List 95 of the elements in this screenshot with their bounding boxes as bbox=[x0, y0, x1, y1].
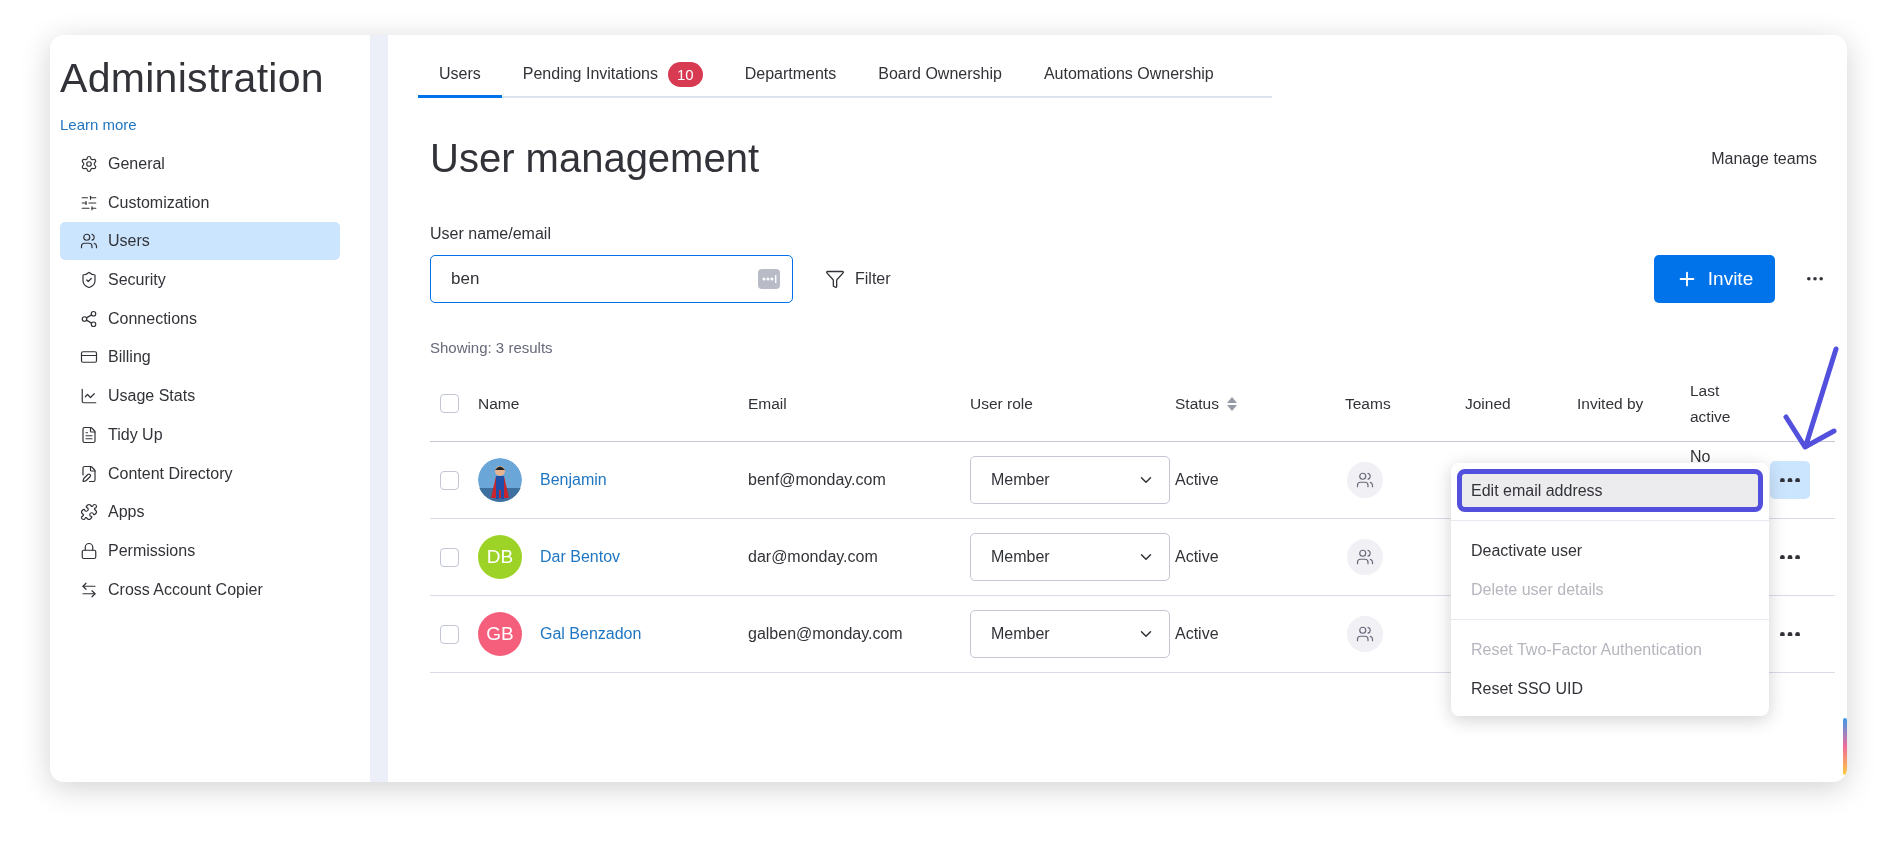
people-icon bbox=[1356, 548, 1374, 566]
sidebar-item-label: Content Directory bbox=[108, 464, 233, 483]
gear-icon bbox=[80, 155, 98, 173]
sidebar-item-label: Tidy Up bbox=[108, 425, 163, 444]
email-cell-text: benf@monday.com bbox=[748, 471, 887, 489]
document-icon bbox=[80, 425, 98, 444]
more-icon bbox=[1780, 631, 1800, 637]
menu-item[interactable]: Edit email address bbox=[1459, 471, 1761, 510]
row-actions-button[interactable] bbox=[1770, 461, 1810, 499]
row-checkbox[interactable] bbox=[440, 547, 459, 567]
sidebar-item[interactable]: General bbox=[60, 145, 340, 183]
user-name-link[interactable]: Benjamin bbox=[540, 471, 607, 489]
user-name-link[interactable]: Gal Benzadon bbox=[540, 625, 642, 643]
filter-icon bbox=[825, 269, 845, 289]
column-header: Joined bbox=[1465, 393, 1512, 414]
column-header: Email bbox=[748, 393, 788, 414]
select-all-checkbox[interactable] bbox=[440, 394, 459, 413]
more-icon bbox=[1807, 277, 1823, 281]
column-header[interactable]: Status bbox=[1175, 390, 1345, 417]
column-header: User role bbox=[970, 393, 1034, 414]
sidebar-item-label: Customization bbox=[108, 193, 210, 212]
more-icon bbox=[1780, 477, 1800, 483]
sidebar-item[interactable]: Permissions bbox=[60, 531, 340, 570]
arrows-icon bbox=[80, 580, 98, 599]
sidebar-item[interactable]: Security bbox=[60, 261, 340, 300]
page-title: User management bbox=[430, 136, 760, 181]
sidebar-item[interactable]: Tidy Up bbox=[60, 415, 340, 454]
teams-button[interactable] bbox=[1347, 539, 1383, 575]
manage-teams-link[interactable]: Manage teams bbox=[1711, 149, 1817, 168]
tab[interactable]: Automations Ownership bbox=[1022, 53, 1235, 98]
sidebar-item[interactable]: Content Directory bbox=[60, 454, 340, 493]
color-strip bbox=[1843, 718, 1847, 775]
people-icon bbox=[1356, 625, 1374, 643]
status-cell-text: Active bbox=[1175, 548, 1220, 566]
sidebar-item-label: Users bbox=[108, 232, 150, 251]
row-checkbox[interactable] bbox=[440, 470, 459, 490]
sidebar-item[interactable]: Connections bbox=[60, 299, 340, 338]
file-edit-icon bbox=[80, 464, 98, 483]
sidebar-item[interactable]: Usage Stats bbox=[60, 377, 340, 416]
sidebar-item[interactable]: Cross Account Copier bbox=[60, 570, 340, 609]
tab[interactable]: Pending Invitations 10 bbox=[501, 53, 724, 98]
sort-icon bbox=[1226, 396, 1237, 411]
status-cell-text: Active bbox=[1175, 471, 1220, 489]
user-name-link[interactable]: Dar Bentov bbox=[540, 548, 621, 566]
count-badge: 10 bbox=[668, 61, 703, 87]
sidebar-item-label: Usage Stats bbox=[108, 387, 196, 406]
sidebar-item-label: Permissions bbox=[108, 541, 196, 560]
people-icon bbox=[80, 232, 98, 251]
teams-button[interactable] bbox=[1347, 616, 1383, 652]
shield-icon bbox=[80, 271, 98, 290]
role-dropdown[interactable]: Member bbox=[970, 456, 1170, 504]
nodes-icon bbox=[80, 309, 98, 328]
sidebar-item-label: Connections bbox=[108, 309, 197, 328]
last-active-cell-text: No bbox=[1690, 448, 1712, 466]
people-icon bbox=[1356, 471, 1374, 489]
lock-icon bbox=[80, 541, 98, 560]
menu-item[interactable]: Reset SSO UID bbox=[1459, 669, 1761, 708]
role-dropdown[interactable]: Member bbox=[970, 610, 1170, 658]
sliders-icon bbox=[80, 193, 98, 212]
sidebar-item-label: Cross Account Copier bbox=[108, 580, 263, 599]
teams-button[interactable] bbox=[1347, 462, 1383, 498]
field-label: User name/email bbox=[430, 225, 552, 243]
column-header: Name bbox=[478, 393, 521, 414]
column-header: Last active bbox=[1690, 380, 1732, 427]
column-header: Invited by bbox=[1577, 393, 1645, 414]
tab[interactable]: Users bbox=[418, 53, 502, 98]
sidebar-item[interactable]: Billing bbox=[60, 338, 340, 377]
results-count: Showing: 3 results bbox=[430, 339, 554, 356]
sidebar-item-label: Billing bbox=[108, 348, 151, 367]
menu-item[interactable]: Deactivate user bbox=[1459, 531, 1761, 570]
sidebar-item[interactable]: Customization bbox=[60, 183, 340, 222]
tab[interactable]: Board Ownership bbox=[857, 53, 1023, 98]
row-checkbox[interactable] bbox=[440, 624, 459, 644]
more-icon bbox=[1780, 554, 1800, 560]
email-cell-text: galben@monday.com bbox=[748, 625, 904, 643]
sidebar-item-label: General bbox=[108, 155, 165, 173]
learn-more-link[interactable]: Learn more bbox=[60, 116, 137, 133]
sidebar-title: Administration bbox=[60, 55, 325, 102]
status-cell-text: Active bbox=[1175, 625, 1220, 643]
puzzle-icon bbox=[80, 503, 98, 522]
chart-icon bbox=[80, 387, 98, 406]
invite-button[interactable]: Invite bbox=[1654, 255, 1775, 303]
sidebar-item-label: Security bbox=[108, 271, 166, 290]
avatar: DB bbox=[478, 535, 522, 579]
sidebar-item[interactable]: Users bbox=[60, 222, 340, 261]
avatar: GB bbox=[478, 612, 522, 656]
sidebar-item-label: Apps bbox=[108, 503, 145, 522]
email-cell-text: dar@monday.com bbox=[748, 548, 879, 566]
password-manager-icon bbox=[758, 269, 780, 289]
column-header: Teams bbox=[1345, 393, 1392, 414]
role-dropdown[interactable]: Member bbox=[970, 533, 1170, 581]
sidebar-item[interactable]: Apps bbox=[60, 493, 340, 532]
search-field[interactable]: ben bbox=[430, 255, 793, 303]
filter-button[interactable]: Filter bbox=[819, 268, 897, 290]
tab[interactable]: Departments bbox=[723, 53, 858, 98]
